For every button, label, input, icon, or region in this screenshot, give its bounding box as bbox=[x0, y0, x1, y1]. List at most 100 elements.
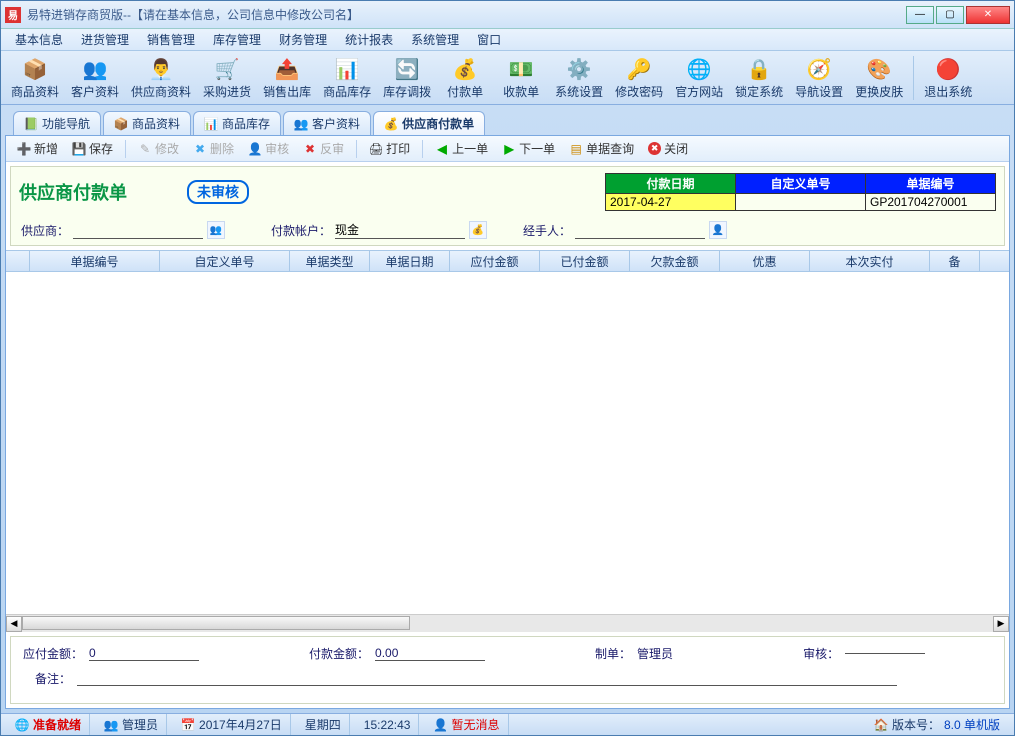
menu-销售管理[interactable]: 销售管理 bbox=[139, 29, 203, 50]
menu-系统管理[interactable]: 系统管理 bbox=[403, 29, 467, 50]
close-icon: ✖ bbox=[648, 142, 661, 155]
payacct-lookup-button[interactable]: 💰 bbox=[469, 221, 487, 239]
close-button[interactable]: ✕ bbox=[966, 6, 1010, 24]
tab-icon: 📦 bbox=[114, 117, 128, 131]
handler-label: 经手人： bbox=[523, 222, 571, 239]
prev-button[interactable]: ◀上一单 bbox=[430, 138, 493, 159]
tool-修改密码[interactable]: 🔑修改密码 bbox=[609, 53, 669, 102]
status-message: 👤暂无消息 bbox=[425, 714, 508, 735]
tab-商品资料[interactable]: 📦商品资料 bbox=[103, 111, 191, 135]
remark-input[interactable] bbox=[77, 671, 897, 686]
col-欠款金额[interactable]: 欠款金额 bbox=[630, 251, 720, 271]
tool-库存调拨[interactable]: 🔄库存调拨 bbox=[377, 53, 437, 102]
col-备[interactable]: 备 bbox=[930, 251, 980, 271]
bill-no-value: GP201704270001 bbox=[866, 194, 996, 211]
close-panel-button[interactable]: ✖关闭 bbox=[643, 138, 693, 159]
tool-官方网站[interactable]: 🌐官方网站 bbox=[669, 53, 729, 102]
col-selector[interactable] bbox=[6, 251, 30, 271]
tool-系统设置[interactable]: ⚙️系统设置 bbox=[549, 53, 609, 102]
users-icon: 👥 bbox=[104, 718, 118, 732]
handler-input[interactable] bbox=[575, 221, 705, 239]
version-value: 8.0 单机版 bbox=[944, 716, 1000, 733]
edit-button[interactable]: ✎修改 bbox=[133, 138, 184, 159]
tool-付款单[interactable]: 💰付款单 bbox=[437, 53, 493, 102]
pay-date-value[interactable]: 2017-04-27 bbox=[606, 194, 736, 211]
col-单据类型[interactable]: 单据类型 bbox=[290, 251, 370, 271]
menu-统计报表[interactable]: 统计报表 bbox=[337, 29, 401, 50]
delete-button[interactable]: ✖删除 bbox=[188, 138, 239, 159]
query-button[interactable]: ▤单据查询 bbox=[564, 138, 639, 159]
tool-锁定系统[interactable]: 🔒锁定系统 bbox=[729, 53, 789, 102]
tool-销售出库[interactable]: 📤销售出库 bbox=[257, 53, 317, 102]
tab-客户资料[interactable]: 👥客户资料 bbox=[283, 111, 371, 135]
tab-供应商付款单[interactable]: 💰供应商付款单 bbox=[373, 111, 485, 135]
锁定系统-icon: 🔒 bbox=[745, 55, 773, 83]
menu-进货管理[interactable]: 进货管理 bbox=[73, 29, 137, 50]
menu-财务管理[interactable]: 财务管理 bbox=[271, 29, 335, 50]
meta-table: 付款日期 自定义单号 单据编号 2017-04-27 GP20170427000… bbox=[605, 173, 996, 211]
unaudit-button[interactable]: ✖反审 bbox=[298, 138, 349, 159]
col-自定义单号[interactable]: 自定义单号 bbox=[160, 251, 290, 271]
tool-商品库存[interactable]: 📊商品库存 bbox=[317, 53, 377, 102]
print-button[interactable]: 🖨打印 bbox=[364, 138, 415, 159]
tool-供应商资料[interactable]: 👨‍💼供应商资料 bbox=[125, 53, 197, 102]
scroll-thumb[interactable] bbox=[22, 616, 410, 630]
tab-功能导航[interactable]: 📗功能导航 bbox=[13, 111, 101, 135]
tab-商品库存[interactable]: 📊商品库存 bbox=[193, 111, 281, 135]
status-weekday: 星期四 bbox=[297, 714, 350, 735]
maximize-button[interactable]: ▢ bbox=[936, 6, 964, 24]
status-ready: 🌐准备就绪 bbox=[7, 714, 90, 735]
tool-商品资料[interactable]: 📦商品资料 bbox=[5, 53, 65, 102]
grid-body[interactable] bbox=[6, 272, 1009, 614]
save-button[interactable]: 💾保存 bbox=[67, 138, 118, 159]
paid-value: 0.00 bbox=[375, 646, 485, 661]
menu-窗口[interactable]: 窗口 bbox=[469, 29, 509, 50]
tab-strip: 📗功能导航📦商品资料📊商品库存👥客户资料💰供应商付款单 bbox=[5, 109, 1010, 135]
col-优惠[interactable]: 优惠 bbox=[720, 251, 810, 271]
horizontal-scrollbar[interactable]: ◀ ▶ bbox=[6, 614, 1009, 632]
tool-更换皮肤[interactable]: 🎨更换皮肤 bbox=[849, 53, 909, 102]
col-应付金额[interactable]: 应付金额 bbox=[450, 251, 540, 271]
menu-基本信息[interactable]: 基本信息 bbox=[7, 29, 71, 50]
supplier-label: 供应商： bbox=[21, 222, 69, 239]
tool-导航设置[interactable]: 🧭导航设置 bbox=[789, 53, 849, 102]
修改密码-icon: 🔑 bbox=[625, 55, 653, 83]
tool-采购进货[interactable]: 🛒采购进货 bbox=[197, 53, 257, 102]
tool-退出系统[interactable]: 🔴退出系统 bbox=[918, 53, 978, 102]
supplier-field: 供应商： 👥 bbox=[21, 221, 225, 239]
form-header: 供应商付款单 未审核 付款日期 自定义单号 单据编号 2017-04-27 GP… bbox=[10, 166, 1005, 246]
form-title: 供应商付款单 bbox=[19, 179, 127, 205]
menu-库存管理[interactable]: 库存管理 bbox=[205, 29, 269, 50]
supplier-lookup-button[interactable]: 👥 bbox=[207, 221, 225, 239]
payacct-input[interactable] bbox=[335, 221, 465, 239]
next-button[interactable]: ▶下一单 bbox=[497, 138, 560, 159]
scroll-right-arrow[interactable]: ▶ bbox=[993, 616, 1009, 632]
payacct-label: 付款帐户： bbox=[271, 222, 331, 239]
col-已付金额[interactable]: 已付金额 bbox=[540, 251, 630, 271]
tool-客户资料[interactable]: 👥客户资料 bbox=[65, 53, 125, 102]
panel-toolbar: ➕新增 💾保存 ✎修改 ✖删除 👤审核 ✖反审 🖨打印 ◀上一单 ▶下一单 ▤单… bbox=[6, 136, 1009, 162]
col-单据日期[interactable]: 单据日期 bbox=[370, 251, 450, 271]
supplier-input[interactable] bbox=[73, 221, 203, 239]
globe-icon: 🌐 bbox=[15, 718, 29, 732]
付款单-icon: 💰 bbox=[451, 55, 479, 83]
tool-收款单[interactable]: 💵收款单 bbox=[493, 53, 549, 102]
new-button[interactable]: ➕新增 bbox=[12, 138, 63, 159]
scroll-left-arrow[interactable]: ◀ bbox=[6, 616, 22, 632]
handler-lookup-button[interactable]: 👤 bbox=[709, 221, 727, 239]
auditor-label: 审核： bbox=[803, 645, 839, 662]
custom-no-value[interactable] bbox=[736, 194, 866, 211]
status-date: 📅2017年4月27日 bbox=[173, 714, 291, 735]
col-本次实付[interactable]: 本次实付 bbox=[810, 251, 930, 271]
商品库存-icon: 📊 bbox=[333, 55, 361, 83]
col-单据编号[interactable]: 单据编号 bbox=[30, 251, 160, 271]
minimize-button[interactable]: — bbox=[906, 6, 934, 24]
audit-button[interactable]: 👤审核 bbox=[243, 138, 294, 159]
pay-date-header: 付款日期 bbox=[606, 174, 736, 194]
title-bar: 易 易特进销存商贸版--【请在基本信息，公司信息中修改公司名】 — ▢ ✕ bbox=[1, 1, 1014, 29]
remark-label: 备注： bbox=[35, 670, 71, 687]
home-icon: 🏠 bbox=[874, 718, 888, 732]
更换皮肤-icon: 🎨 bbox=[865, 55, 893, 83]
custom-no-header: 自定义单号 bbox=[736, 174, 866, 194]
payable-label: 应付金额： bbox=[23, 645, 83, 662]
